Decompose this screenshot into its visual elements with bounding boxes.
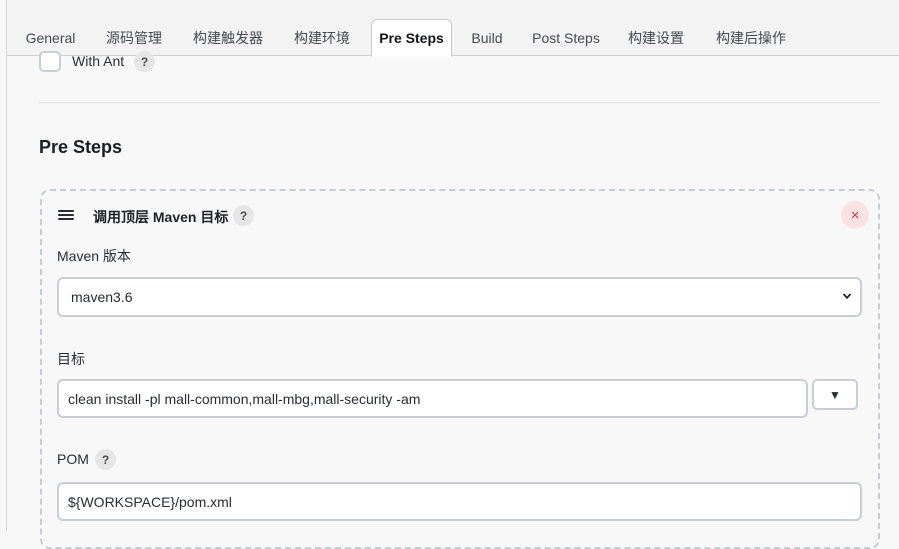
tab-post-steps[interactable]: Post Steps <box>527 19 605 56</box>
chevron-down-icon <box>842 293 852 300</box>
tab-build-triggers[interactable]: 构建触发器 <box>187 19 269 56</box>
section-divider <box>39 102 880 103</box>
drag-handle-icon[interactable] <box>58 210 74 221</box>
tab-pre-steps[interactable]: Pre Steps <box>371 19 452 57</box>
pom-help-icon[interactable]: ? <box>95 449 116 470</box>
tab-post-build-actions[interactable]: 构建后操作 <box>708 19 794 56</box>
section-title: Pre Steps <box>39 137 123 157</box>
tab-build-settings[interactable]: 构建设置 <box>620 19 692 56</box>
with-ant-checkbox[interactable] <box>39 51 61 72</box>
step-title: 调用顶层 Maven 目标 <box>93 209 229 225</box>
goals-input[interactable]: clean install -pl mall-common,mall-mbg,m… <box>57 379 808 418</box>
pom-value: ${WORKSPACE}/pom.xml <box>68 493 232 510</box>
goals-label: 目标 <box>57 351 85 367</box>
expand-goals-button[interactable]: ▼ <box>812 379 858 410</box>
tab-build-environment[interactable]: 构建环境 <box>287 19 357 56</box>
page-left-border <box>6 0 7 531</box>
step-help-icon[interactable]: ? <box>233 205 254 226</box>
maven-version-label: Maven 版本 <box>57 248 131 264</box>
config-tab-bar: General 源码管理 构建触发器 构建环境 Pre Steps Build … <box>7 0 899 57</box>
tab-source-code-management[interactable]: 源码管理 <box>100 19 168 56</box>
with-ant-help-icon[interactable]: ? <box>134 51 155 72</box>
tab-build[interactable]: Build <box>465 19 509 56</box>
goals-value: clean install -pl mall-common,mall-mbg,m… <box>68 390 421 407</box>
maven-version-value: maven3.6 <box>71 289 133 305</box>
pom-label: POM <box>57 451 89 467</box>
triangle-down-icon: ▼ <box>829 387 841 402</box>
maven-version-select[interactable]: maven3.6 <box>57 277 862 317</box>
pom-input[interactable]: ${WORKSPACE}/pom.xml <box>57 482 862 521</box>
with-ant-label: With Ant <box>72 53 125 69</box>
delete-step-button[interactable]: × <box>841 201 869 229</box>
